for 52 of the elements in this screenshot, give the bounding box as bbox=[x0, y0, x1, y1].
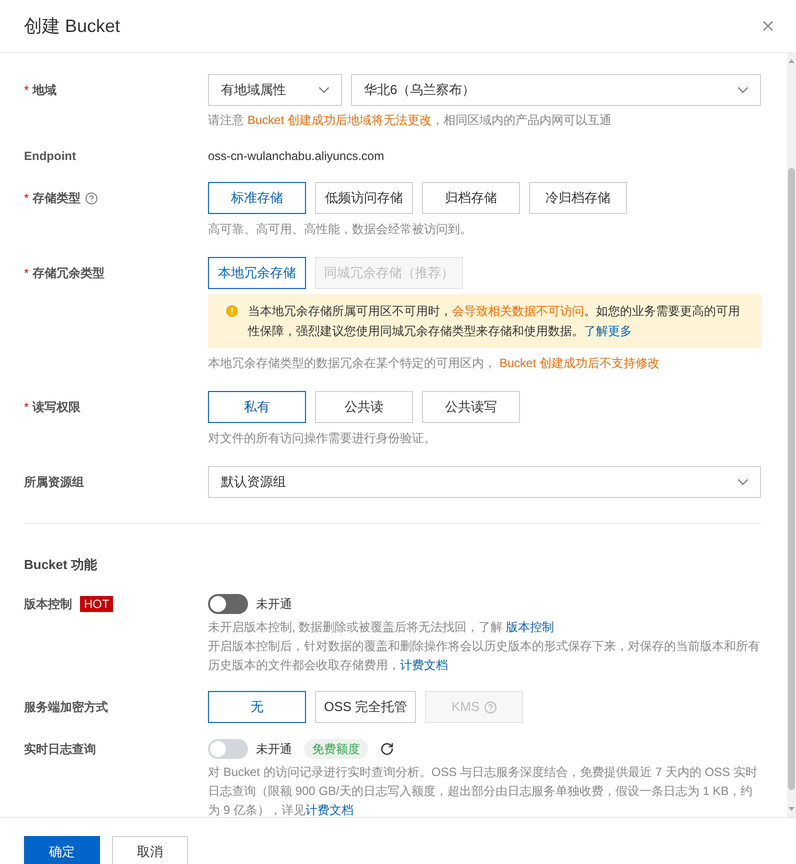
field-label: 地域 bbox=[32, 82, 57, 98]
field-label: Endpoint bbox=[24, 148, 76, 164]
option-button[interactable]: 私有 bbox=[208, 391, 306, 423]
link[interactable]: 计费文档 bbox=[400, 658, 448, 672]
link[interactable]: 版本控制 bbox=[506, 620, 554, 634]
option-button[interactable]: 标准存储 bbox=[208, 182, 306, 214]
hint-text: 未开启版本控制, 数据删除或被覆盖后将无法找回，了解 版本控制 bbox=[208, 619, 556, 636]
help-icon[interactable] bbox=[84, 192, 98, 204]
dialog-title: 创建 Bucket bbox=[24, 15, 120, 38]
field-label: 版本控制 bbox=[24, 596, 72, 612]
option-button[interactable]: 归档存储 bbox=[422, 182, 520, 214]
hint-text: 对 Bucket 的访问记录进行实时查询分析。OSS 与日志服务深度结合，免费提供最近 7 天内的 OSS 实时日志查询（限额 900 GB/天的日志写入额度，超出部分由日志服务单独收费，假设一条日志为 1 KB，约为 9 亿条），详见计费文档 bbox=[208, 764, 758, 817]
confirm-button[interactable]: 确定 bbox=[24, 836, 100, 864]
select-field[interactable]: 华北6（乌兰察布） bbox=[351, 74, 761, 106]
free-quota-tag: 免费额度 bbox=[304, 739, 368, 759]
field-label: 存储类型 bbox=[32, 190, 81, 206]
cancel-button[interactable]: 取消 bbox=[112, 836, 188, 864]
status-text: 未开通 bbox=[256, 596, 292, 612]
field-label: 存储冗余类型 bbox=[32, 265, 105, 281]
hint-text: 请注意 Bucket 创建成功后地域将无法更改，相同区域内的产品内网可以互通 bbox=[208, 112, 612, 129]
link[interactable]: 了解更多 bbox=[584, 324, 632, 338]
option-button[interactable]: OSS 完全托管 bbox=[315, 691, 416, 723]
select-field[interactable]: 有地域属性 bbox=[208, 74, 342, 106]
option-button[interactable]: 公共读写 bbox=[422, 391, 520, 423]
hint-text: 本地冗余存储类型的数据冗余在某个特定的可用区内， Bucket 创建成功后不支持修改 bbox=[208, 355, 660, 372]
section-title: Bucket 功能 bbox=[24, 557, 97, 572]
hot-badge: HOT bbox=[80, 596, 114, 612]
option-button[interactable]: 本地冗余存储 bbox=[208, 257, 306, 289]
refresh-icon[interactable] bbox=[380, 742, 394, 756]
hint-text: 高可靠、高可用、高性能，数据会经常被访问到。 bbox=[208, 221, 473, 238]
option-button[interactable]: 冷归档存储 bbox=[529, 182, 627, 214]
field-label: 读写权限 bbox=[32, 399, 81, 415]
required-mark: * bbox=[24, 265, 29, 281]
field-label: 实时日志查询 bbox=[24, 741, 96, 757]
alert-text: 当本地冗余存储所属可用区不可用时，会导致相关数据不可访问。如您的业务需要更高的可用性保障，强烈建议您使用同城冗余存储类型来存储和使用数据。了解更多 bbox=[248, 303, 741, 340]
scrollbar[interactable] bbox=[787, 53, 796, 817]
option-button[interactable]: 公共读 bbox=[315, 391, 413, 423]
link[interactable]: 计费文档 bbox=[305, 803, 354, 817]
hint-text: 对文件的所有访问操作需要进行身份验证。 bbox=[208, 430, 437, 447]
required-mark: * bbox=[24, 399, 29, 415]
status-text: 未开通 bbox=[256, 741, 292, 757]
warning-icon bbox=[224, 303, 240, 319]
hint-text: 开启版本控制后，针对数据的覆盖和删除操作将会以历史版本的形式保存下来，对保存的当前版本和所有历史版本的文件都会收取存储费用，计费文档 bbox=[208, 638, 761, 674]
toggle-switch[interactable] bbox=[208, 594, 248, 614]
endpoint-value: oss-cn-wulanchabu.aliyuncs.com bbox=[208, 148, 384, 164]
option-button[interactable]: 无 bbox=[208, 691, 306, 723]
required-mark: * bbox=[24, 82, 29, 98]
select-field[interactable]: 默认资源组 bbox=[208, 466, 761, 498]
field-label: 所属资源组 bbox=[24, 474, 84, 490]
option-button[interactable]: 低频访问存储 bbox=[315, 182, 413, 214]
required-mark: * bbox=[24, 190, 29, 206]
field-label: 服务端加密方式 bbox=[24, 699, 108, 715]
